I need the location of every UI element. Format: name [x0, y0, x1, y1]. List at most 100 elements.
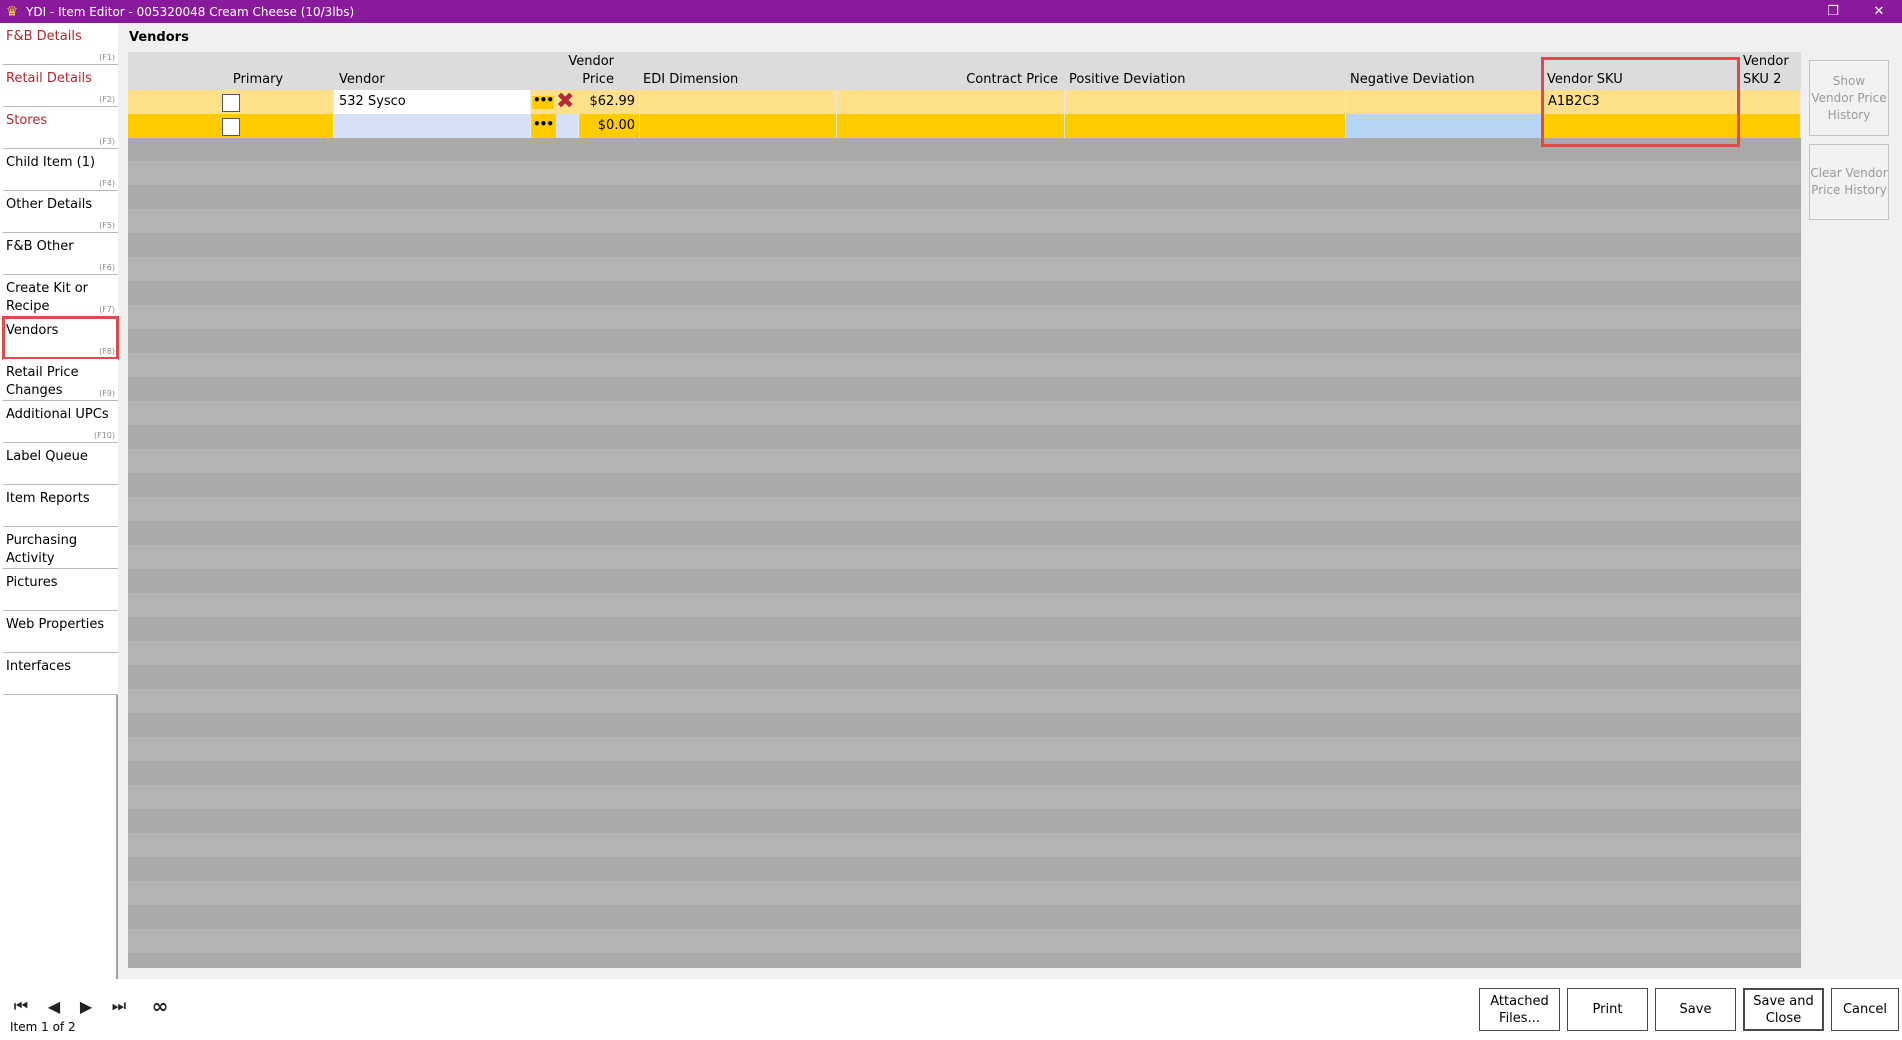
header-contract-price[interactable]: Contract Price [858, 71, 1058, 89]
close-icon[interactable]: ✕ [1856, 0, 1902, 23]
cell-vendor-sku2[interactable] [1740, 114, 1801, 138]
app-icon: ♛ [5, 3, 19, 20]
nav-item-label: Pictures [6, 575, 58, 590]
cell-edi-dimension[interactable] [640, 114, 837, 138]
cell-primary [128, 90, 334, 114]
nav-item-label: Purchasing Activity [6, 533, 78, 566]
nav-item-label: Item Reports [6, 491, 90, 506]
nav-item-fkey: (F1) [99, 53, 115, 62]
delete-icon[interactable]: ✖ [556, 91, 574, 113]
header-positive-deviation[interactable]: Positive Deviation [1069, 71, 1185, 89]
cell-negative-deviation[interactable] [1346, 114, 1543, 138]
nav-item-fkey: (F6) [99, 263, 115, 272]
nav-item-vendors[interactable]: Vendors (F8) [2, 316, 119, 360]
cell-empty-action [556, 114, 579, 138]
nav-item-interfaces[interactable]: Interfaces [3, 653, 118, 695]
nav-item-fb-details[interactable]: F&B Details (F1) [3, 23, 118, 65]
nav-item-fkey: (F3) [99, 137, 115, 146]
primary-checkbox[interactable] [222, 118, 240, 136]
nav-item-label: Child Item (1) [6, 155, 96, 170]
cancel-button[interactable]: Cancel [1831, 988, 1899, 1031]
nav-item-fkey: (F8) [99, 347, 115, 356]
save-and-close-button[interactable]: Save and Close [1743, 988, 1824, 1031]
nav-item-label: Retail Price Changes [6, 365, 79, 398]
table-row[interactable]: 532 Sysco ••• ✖ $62.99 A1B2C3 [128, 90, 1801, 114]
nav-item-label: Label Queue [6, 449, 88, 464]
nav-item-create-kit[interactable]: Create Kit or Recipe (F7) [3, 275, 118, 317]
cell-vendor-sku2[interactable] [1740, 90, 1801, 114]
save-button[interactable]: Save [1655, 988, 1736, 1031]
nav-item-fb-other[interactable]: F&B Other (F6) [3, 233, 118, 275]
nav-item-label: Additional UPCs [6, 407, 109, 422]
vendor-field[interactable] [334, 114, 531, 138]
nav-item-label: F&B Details [6, 29, 82, 44]
cell-vendor-price[interactable]: $62.99 [579, 90, 640, 114]
cell-primary [128, 114, 334, 138]
clear-vendor-price-history-button[interactable]: Clear Vendor Price History [1809, 144, 1889, 220]
header-edi-dimension[interactable]: EDI Dimension [643, 71, 738, 89]
first-record-icon[interactable]: ⏮ [7, 994, 35, 1018]
cell-vendor-sku[interactable] [1543, 114, 1740, 138]
nav-item-fkey: (F9) [99, 389, 115, 398]
nav-item-label: Retail Details [6, 71, 92, 86]
cell-vendor-price[interactable]: $0.00 [579, 114, 640, 138]
nav-item-purchasing-activity[interactable]: Purchasing Activity [3, 527, 118, 569]
header-vendor-sku[interactable]: Vendor SKU [1547, 71, 1623, 89]
cell-vendor-sku[interactable]: A1B2C3 [1543, 90, 1740, 114]
last-record-icon[interactable]: ⏭ [105, 994, 133, 1018]
grid-empty-area [128, 137, 1801, 968]
print-button[interactable]: Print [1567, 988, 1648, 1031]
header-vendor[interactable]: Vendor [339, 71, 385, 89]
nav-item-fkey: (F2) [99, 95, 115, 104]
nav-item-child-item[interactable]: Child Item (1) (F4) [3, 149, 118, 191]
cell-positive-deviation[interactable] [1065, 90, 1346, 114]
header-negative-deviation[interactable]: Negative Deviation [1350, 71, 1475, 89]
nav-item-label: Other Details [6, 197, 93, 212]
nav-item-fkey: (F10) [93, 431, 115, 440]
section-title: Vendors [129, 30, 189, 45]
nav-item-stores[interactable]: Stores (F3) [3, 107, 118, 149]
nav-item-fkey: (F5) [99, 221, 115, 230]
show-vendor-price-history-button[interactable]: Show Vendor Price History [1809, 60, 1889, 136]
vendor-field[interactable]: 532 Sysco [334, 90, 531, 114]
cell-positive-deviation[interactable] [1065, 114, 1346, 138]
restore-icon[interactable]: ❐ [1810, 0, 1856, 23]
vendors-grid: Primary Vendor Vendor Price EDI Dimensio… [128, 52, 1801, 968]
nav-item-label: Web Properties [6, 617, 105, 632]
record-counter: Item 1 of 2 [10, 1020, 76, 1034]
nav-item-additional-upcs[interactable]: Additional UPCs (F10) [3, 401, 118, 443]
nav-item-web-properties[interactable]: Web Properties [3, 611, 118, 653]
left-nav: F&B Details (F1) Retail Details (F2) Sto… [0, 23, 119, 979]
nav-item-retail-price-changes[interactable]: Retail Price Changes (F9) [3, 359, 118, 401]
all-records-icon[interactable]: ∞ [146, 994, 174, 1018]
title-bar: ♛ YDI - Item Editor - 005320048 Cream Ch… [0, 0, 1902, 23]
next-record-icon[interactable]: ▶ [72, 994, 100, 1018]
nav-item-label: Create Kit or Recipe [6, 281, 88, 314]
nav-item-label: Interfaces [6, 659, 71, 674]
nav-item-item-reports[interactable]: Item Reports [3, 485, 118, 527]
nav-item-label-queue[interactable]: Label Queue [3, 443, 118, 485]
grid-header: Primary Vendor Vendor Price EDI Dimensio… [128, 52, 1801, 90]
header-vendor-sku2[interactable]: Vendor SKU 2 [1743, 53, 1795, 89]
table-row[interactable]: ••• $0.00 [128, 114, 1801, 138]
nav-item-fkey: (F7) [99, 305, 115, 314]
header-primary[interactable]: Primary [208, 71, 308, 89]
nav-item-retail-details[interactable]: Retail Details (F2) [3, 65, 118, 107]
window-title: YDI - Item Editor - 005320048 Cream Chee… [26, 4, 355, 19]
lookup-icon[interactable]: ••• [532, 118, 554, 133]
nav-item-fkey: (F4) [99, 179, 115, 188]
cell-contract-price[interactable] [837, 114, 1065, 138]
cell-edi-dimension[interactable] [640, 90, 837, 114]
nav-item-label: Vendors [6, 323, 59, 338]
nav-item-other-details[interactable]: Other Details (F5) [3, 191, 118, 233]
nav-item-label: Stores [6, 113, 48, 128]
nav-item-label: F&B Other [6, 239, 74, 254]
nav-item-pictures[interactable]: Pictures [3, 569, 118, 611]
header-vendor-price[interactable]: Vendor Price [546, 53, 614, 89]
lookup-icon[interactable]: ••• [532, 94, 554, 109]
cell-contract-price[interactable] [837, 90, 1065, 114]
primary-checkbox[interactable] [222, 94, 240, 112]
attached-files-button[interactable]: Attached Files... [1479, 988, 1560, 1031]
previous-record-icon[interactable]: ◀ [40, 994, 68, 1018]
cell-negative-deviation[interactable] [1346, 90, 1543, 114]
